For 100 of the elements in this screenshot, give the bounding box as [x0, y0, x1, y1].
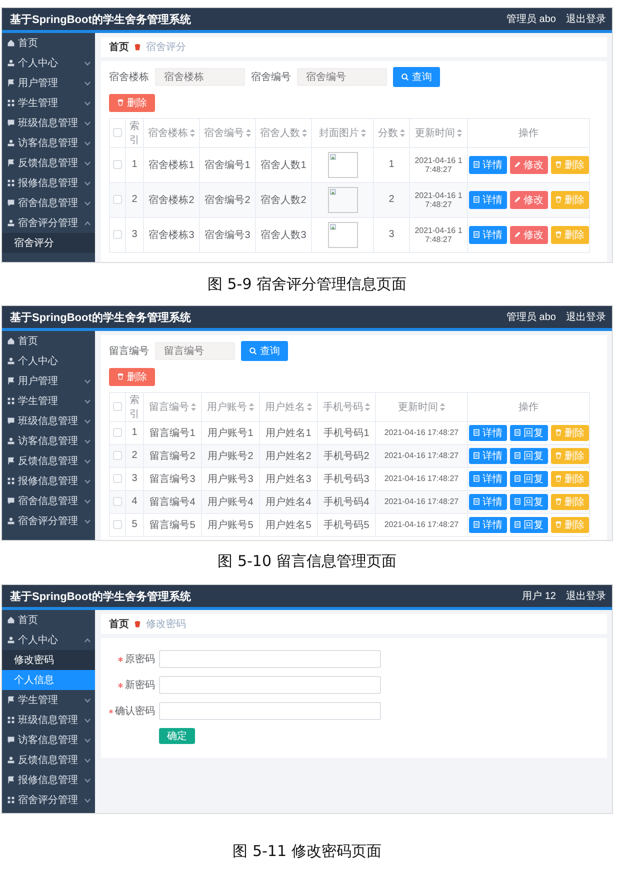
table-cell: 2021-04-16 17:48:27: [376, 490, 468, 513]
sidebar-item[interactable]: 班级信息管理: [2, 411, 95, 431]
logout-link[interactable]: 退出登录: [566, 12, 606, 26]
flag-icon: [7, 159, 15, 167]
sidebar-item[interactable]: 首页: [2, 331, 95, 351]
sidebar-item[interactable]: 报修信息管理: [2, 173, 95, 193]
column-header: 宿舍楼栋: [148, 126, 188, 140]
sidebar-item[interactable]: 学生管理: [2, 391, 95, 411]
logout-link[interactable]: 退出登录: [566, 589, 606, 603]
sidebar-item[interactable]: 学生管理: [2, 690, 95, 710]
column-header: 用户账号: [207, 400, 247, 414]
document-icon: [472, 452, 480, 459]
sidebar-item[interactable]: 访客信息管理: [2, 431, 95, 451]
checkbox[interactable]: [113, 520, 122, 529]
submenu-item[interactable]: 修改密码: [2, 650, 95, 670]
table-cell: 用户账号5: [202, 513, 260, 536]
document-icon: [514, 429, 520, 436]
table-cell: 留言编号5: [144, 513, 202, 536]
table-cell: 手机号码1: [318, 421, 376, 444]
search-field[interactable]: 宿舍编号: [297, 68, 387, 86]
sidebar-item[interactable]: 个人中心: [2, 630, 95, 650]
person-icon: [7, 517, 15, 525]
sidebar-item[interactable]: 首页: [2, 610, 95, 630]
breadcrumb-link[interactable]: 首页: [109, 40, 129, 54]
app-title: 基于SpringBoot的学生舍务管理系统: [10, 310, 192, 324]
sidebar-item[interactable]: 反馈信息管理: [2, 153, 95, 173]
table-cell: 用户账号1: [202, 421, 260, 444]
document-icon: [514, 521, 520, 528]
sidebar-item[interactable]: 反馈信息管理: [2, 750, 95, 770]
sidebar-item[interactable]: 宿舍信息管理: [2, 193, 95, 213]
user-name: 管理员 abo: [506, 13, 556, 26]
table-cell: 用户姓名1: [260, 421, 318, 444]
table-cell: 2021-04-16 17:48:27: [376, 513, 468, 536]
table-cell: 留言编号1: [144, 421, 202, 444]
checkbox[interactable]: [113, 195, 122, 204]
sidebar-item[interactable]: 用户管理: [2, 73, 95, 93]
password-field[interactable]: [159, 702, 381, 720]
trash-icon: [554, 521, 562, 528]
sidebar-item[interactable]: 个人中心: [2, 351, 95, 371]
table-cell: 4: [126, 490, 144, 513]
trash-icon: [554, 196, 562, 203]
sidebar-item[interactable]: 用户管理: [2, 371, 95, 391]
sidebar-item[interactable]: 反馈信息管理: [2, 451, 95, 471]
table-cell: 3: [126, 467, 144, 490]
sidebar-item[interactable]: 报修信息管理: [2, 471, 95, 491]
search-field[interactable]: 留言编号: [155, 342, 235, 360]
table-cell: 用户账号4: [202, 490, 260, 513]
column-header: 用户姓名: [265, 400, 305, 414]
column-header: 手机号码: [323, 400, 363, 414]
table-cell: 宿舍人数3: [256, 217, 312, 252]
checkbox[interactable]: [113, 474, 122, 483]
sidebar-item[interactable]: 报修信息管理: [2, 770, 95, 790]
checkbox[interactable]: [113, 230, 122, 239]
table-cell: 用户姓名3: [260, 467, 318, 490]
sidebar-item[interactable]: 个人中心: [2, 53, 95, 73]
table-cell: 用户账号3: [202, 467, 260, 490]
table-cell: 手机号码2: [318, 444, 376, 467]
password-field[interactable]: [159, 676, 381, 694]
search-field[interactable]: 宿舍楼栋: [155, 68, 245, 86]
grid-icon: [7, 179, 15, 187]
grid-icon: [7, 397, 15, 405]
broken-image-icon: [330, 188, 336, 194]
table-cell: 2: [126, 182, 144, 217]
trash-icon: [554, 475, 562, 482]
checkbox[interactable]: [113, 497, 122, 506]
table-cell: 3: [374, 217, 410, 252]
checkbox[interactable]: [113, 160, 122, 169]
checkbox[interactable]: [113, 451, 122, 460]
sidebar-item[interactable]: 宿舍评分管理: [2, 213, 95, 233]
grid-icon: [7, 716, 15, 724]
checkbox[interactable]: [113, 128, 122, 137]
sidebar-item[interactable]: 宿舍评分管理: [2, 790, 95, 810]
checkbox[interactable]: [113, 402, 122, 411]
column-header: 宿舍编号: [204, 126, 244, 140]
sidebar-item[interactable]: 学生管理: [2, 93, 95, 113]
sidebar-item[interactable]: 首页: [2, 33, 95, 53]
sidebar-item[interactable]: 班级信息管理: [2, 710, 95, 730]
table-cell: 5: [126, 513, 144, 536]
flag-icon: [7, 457, 15, 465]
breadcrumb-link[interactable]: 首页: [109, 617, 129, 631]
filter-label: 宿舍编号: [251, 70, 291, 84]
table-cell: 1: [126, 147, 144, 182]
sidebar-item[interactable]: 访客信息管理: [2, 730, 95, 750]
sidebar-item[interactable]: 班级信息管理: [2, 113, 95, 133]
checkbox[interactable]: [113, 428, 122, 437]
logout-link[interactable]: 退出登录: [566, 310, 606, 324]
sidebar-item[interactable]: 宿舍信息管理: [2, 491, 95, 511]
trash-icon: [554, 498, 562, 505]
document-icon: [472, 475, 480, 482]
submenu-item[interactable]: 宿舍评分: [2, 233, 95, 253]
password-field[interactable]: [159, 650, 381, 668]
person-icon: [7, 59, 15, 67]
sidebar-item[interactable]: 访客信息管理: [2, 133, 95, 153]
flag-icon: [7, 79, 15, 87]
column-header: 分数: [378, 126, 398, 140]
pencil-icon: [514, 161, 520, 168]
user-name: 用户 12: [522, 590, 556, 603]
separator-icon: [133, 620, 142, 628]
table-cell: 2021-04-16 17:48:27: [376, 444, 468, 467]
sidebar-item[interactable]: 宿舍评分管理: [2, 511, 95, 531]
